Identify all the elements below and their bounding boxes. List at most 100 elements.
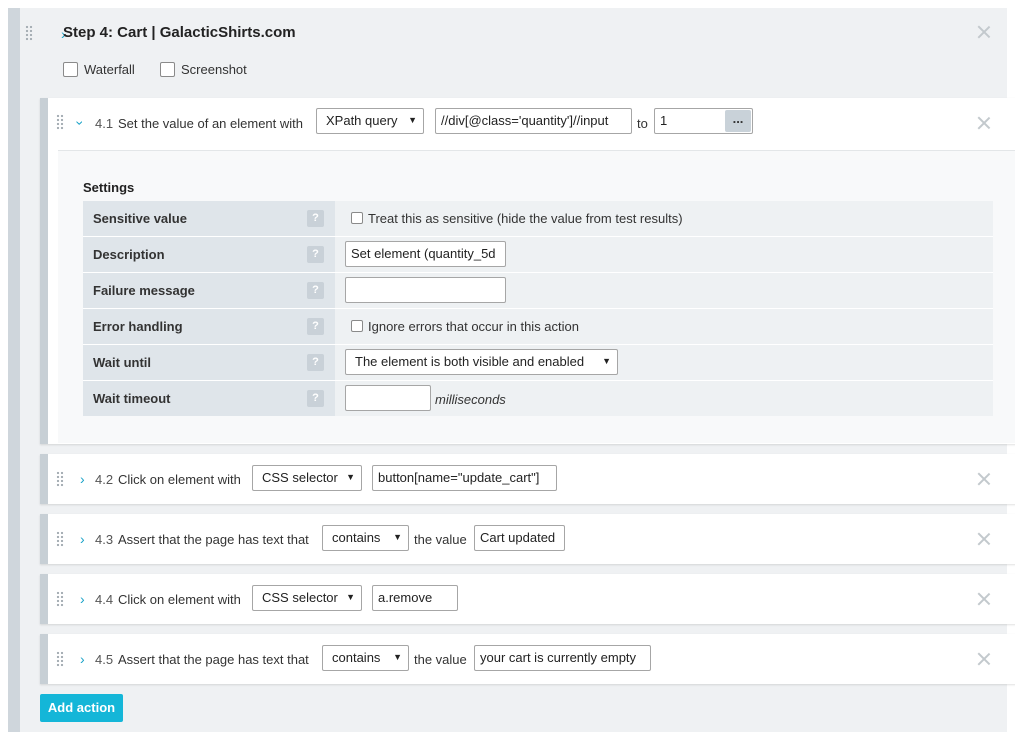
selector-input[interactable]: a.remove bbox=[372, 585, 458, 611]
selector-type-select[interactable]: XPath query ▼ bbox=[316, 108, 424, 134]
setting-value: Set element (quantity_5d bbox=[335, 237, 993, 272]
setting-value: milliseconds bbox=[335, 381, 993, 416]
screenshot-label: Screenshot bbox=[181, 62, 247, 77]
milliseconds-unit: milliseconds bbox=[435, 392, 506, 407]
caret-down-icon: ▼ bbox=[393, 532, 402, 542]
waterfall-label: Waterfall bbox=[84, 62, 135, 77]
operator-select[interactable]: contains ▼ bbox=[322, 525, 409, 551]
ignore-errors-label: Ignore errors that occur in this action bbox=[368, 319, 579, 334]
caret-down-icon: ▼ bbox=[602, 356, 611, 366]
setting-row-description: Description ? Set element (quantity_5d bbox=[83, 237, 993, 272]
help-icon[interactable]: ? bbox=[307, 282, 324, 299]
drag-handle-icon[interactable] bbox=[56, 591, 64, 607]
settings-panel: Settings Sensitive value ? Treat this as… bbox=[58, 150, 1015, 443]
selector-type-value: CSS selector bbox=[262, 590, 338, 605]
setting-label: Failure message bbox=[83, 273, 335, 308]
help-icon[interactable]: ? bbox=[307, 318, 324, 335]
selector-type-select[interactable]: CSS selector ▼ bbox=[252, 585, 362, 611]
setting-value: Treat this as sensitive (hide the value … bbox=[335, 201, 993, 236]
drag-handle-icon[interactable] bbox=[56, 651, 64, 667]
setting-label: Sensitive value bbox=[83, 201, 335, 236]
ignore-errors-checkbox[interactable] bbox=[351, 320, 363, 332]
failure-message-input[interactable] bbox=[345, 277, 506, 303]
action-card-4-3: › 4.3 Assert that the page has text that… bbox=[40, 514, 1015, 564]
help-icon[interactable]: ? bbox=[307, 390, 324, 407]
action-text: Click on element with bbox=[118, 592, 241, 607]
selector-input[interactable]: //div[@class='quantity']//input bbox=[435, 108, 632, 134]
setting-value: Ignore errors that occur in this action bbox=[335, 309, 993, 344]
connector-label: the value bbox=[414, 652, 467, 667]
selector-type-select[interactable]: CSS selector ▼ bbox=[252, 465, 362, 491]
value-input[interactable]: Cart updated bbox=[474, 525, 565, 551]
value-text: 1 bbox=[660, 113, 668, 128]
setting-value: The element is both visible and enabled … bbox=[335, 345, 993, 380]
caret-down-icon: ▼ bbox=[346, 592, 355, 602]
sensitive-checkbox-label: Treat this as sensitive (hide the value … bbox=[368, 211, 683, 226]
chevron-right-icon[interactable]: › bbox=[80, 472, 85, 486]
help-icon[interactable]: ? bbox=[307, 210, 324, 227]
wait-until-select[interactable]: The element is both visible and enabled … bbox=[345, 349, 618, 375]
chevron-right-icon[interactable]: › bbox=[80, 652, 85, 666]
description-input[interactable]: Set element (quantity_5d bbox=[345, 241, 506, 267]
setting-row-error-handling: Error handling ? Ignore errors that occu… bbox=[83, 309, 993, 344]
operator-value: contains bbox=[332, 530, 381, 545]
selector-type-value: XPath query bbox=[326, 113, 398, 128]
setting-label: Wait timeout bbox=[83, 381, 335, 416]
setting-label: Wait until bbox=[83, 345, 335, 380]
close-icon[interactable] bbox=[976, 115, 992, 131]
more-options-button[interactable]: ... bbox=[725, 110, 751, 132]
connector-label: the value bbox=[414, 532, 467, 547]
value-input[interactable]: your cart is currently empty bbox=[474, 645, 651, 671]
step-panel: › Step 4: Cart | GalacticShirts.com Wate… bbox=[8, 8, 1015, 732]
help-icon[interactable]: ? bbox=[307, 354, 324, 371]
setting-label: Description bbox=[83, 237, 335, 272]
chevron-down-icon[interactable]: › bbox=[72, 121, 88, 126]
add-action-button[interactable]: Add action bbox=[40, 694, 123, 722]
step-title: Step 4: Cart | GalacticShirts.com bbox=[63, 24, 296, 41]
action-number: 4.4 bbox=[95, 592, 114, 607]
operator-value: contains bbox=[332, 650, 381, 665]
selector-type-value: CSS selector bbox=[262, 470, 338, 485]
drag-handle-icon[interactable] bbox=[56, 114, 64, 130]
drag-handle-icon[interactable] bbox=[25, 25, 33, 41]
setting-row-wait-until: Wait until ? The element is both visible… bbox=[83, 345, 993, 380]
setting-label: Error handling bbox=[83, 309, 335, 344]
action-text: Assert that the page has text that bbox=[118, 652, 309, 667]
close-icon[interactable] bbox=[976, 531, 992, 547]
action-card-4-4: › 4.4 Click on element with CSS selector… bbox=[40, 574, 1015, 624]
wait-until-value: The element is both visible and enabled bbox=[355, 354, 585, 369]
action-number: 4.2 bbox=[95, 472, 114, 487]
close-icon[interactable] bbox=[976, 651, 992, 667]
setting-row-failure: Failure message ? bbox=[83, 273, 993, 308]
action-card-4-5: › 4.5 Assert that the page has text that… bbox=[40, 634, 1015, 684]
selector-input[interactable]: button[name="update_cart"] bbox=[372, 465, 557, 491]
help-icon[interactable]: ? bbox=[307, 246, 324, 263]
caret-down-icon: ▼ bbox=[346, 472, 355, 482]
chevron-right-icon[interactable]: › bbox=[80, 592, 85, 606]
chevron-right-icon[interactable]: › bbox=[80, 532, 85, 546]
caret-down-icon: ▼ bbox=[393, 652, 402, 662]
screenshot-checkbox[interactable] bbox=[160, 62, 175, 77]
setting-value bbox=[335, 273, 993, 308]
close-icon[interactable] bbox=[976, 471, 992, 487]
setting-row-sensitive: Sensitive value ? Treat this as sensitiv… bbox=[83, 201, 993, 236]
action-number: 4.1 bbox=[95, 116, 114, 131]
action-text: Click on element with bbox=[118, 472, 241, 487]
wait-timeout-input[interactable] bbox=[345, 385, 431, 411]
action-number: 4.5 bbox=[95, 652, 114, 667]
close-icon[interactable] bbox=[976, 24, 992, 40]
sensitive-checkbox[interactable] bbox=[351, 212, 363, 224]
drag-handle-icon[interactable] bbox=[56, 531, 64, 547]
drag-handle-icon[interactable] bbox=[56, 471, 64, 487]
caret-down-icon: ▼ bbox=[408, 115, 417, 125]
close-icon[interactable] bbox=[976, 591, 992, 607]
connector-label: to bbox=[637, 116, 648, 131]
action-card-4-1: › 4.1 Set the value of an element with X… bbox=[40, 98, 1015, 444]
settings-title: Settings bbox=[83, 180, 135, 195]
setting-row-wait-timeout: Wait timeout ? milliseconds bbox=[83, 381, 993, 416]
action-text: Assert that the page has text that bbox=[118, 532, 309, 547]
waterfall-checkbox[interactable] bbox=[63, 62, 78, 77]
operator-select[interactable]: contains ▼ bbox=[322, 645, 409, 671]
action-card-4-2: › 4.2 Click on element with CSS selector… bbox=[40, 454, 1015, 504]
action-number: 4.3 bbox=[95, 532, 114, 547]
